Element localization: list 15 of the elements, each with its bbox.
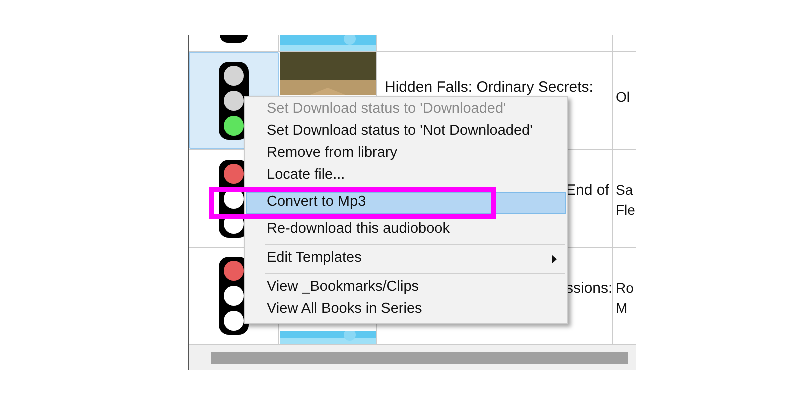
- author-text: Sa: [616, 181, 634, 200]
- menu-item[interactable]: Set Download status to 'Not Downloaded': [246, 121, 566, 143]
- menu-item[interactable]: View All Books in Series: [246, 299, 566, 321]
- author-text: Ro: [616, 279, 635, 298]
- menu-item[interactable]: View _Bookmarks/Clips: [246, 277, 566, 299]
- menu-item[interactable]: Locate file...: [246, 165, 566, 187]
- menu-item[interactable]: Convert to Mp3: [246, 192, 566, 214]
- title-text: Hidden Falls: Ordinary Secrets:: [385, 79, 594, 96]
- author-text: Ol: [616, 88, 631, 107]
- menu-item[interactable]: Re-download this audiobook: [246, 219, 566, 241]
- submenu-item[interactable]: Edit Templates: [246, 248, 566, 270]
- author-text: Fle: [616, 201, 636, 220]
- title-text: ssions:: [566, 280, 613, 297]
- menu-item[interactable]: Remove from library: [246, 143, 566, 165]
- author-text: M: [616, 299, 629, 318]
